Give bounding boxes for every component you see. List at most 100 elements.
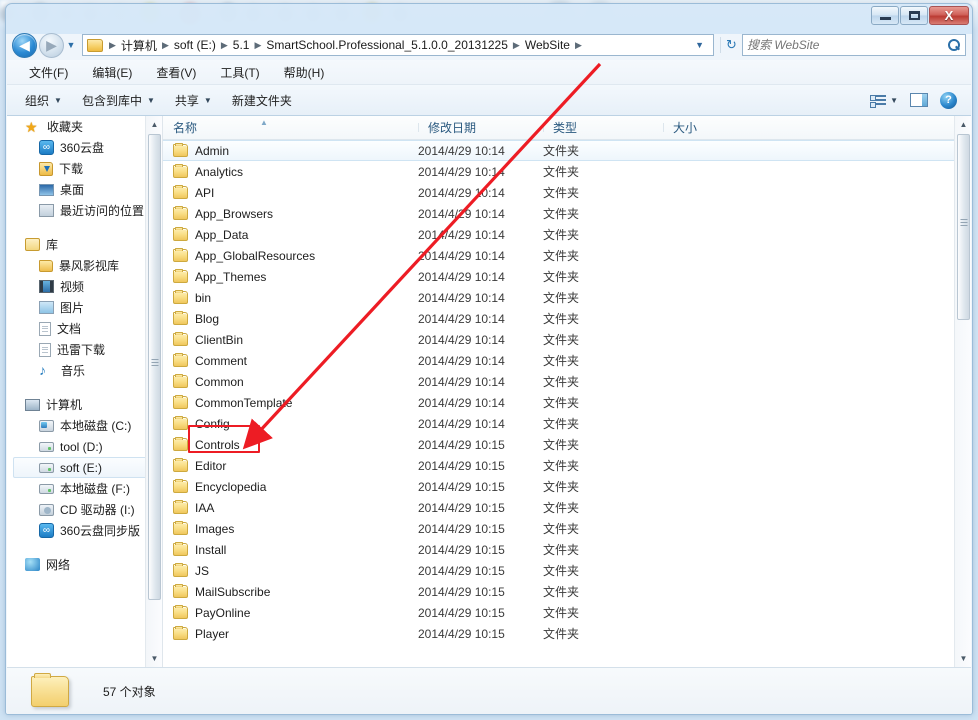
new-folder-button[interactable]: 新建文件夹 [222, 89, 302, 112]
nav-item-360云盘[interactable]: ∞360云盘 [7, 137, 162, 158]
share-button[interactable]: 共享 ▼ [165, 89, 222, 112]
menu-help[interactable]: 帮助(H) [280, 62, 329, 83]
nav-item-文档[interactable]: 文档 [7, 318, 162, 339]
file-name-cell: MailSubscribe [163, 585, 418, 599]
table-row[interactable]: Analytics2014/4/29 10:14文件夹 [163, 161, 954, 182]
folder-icon [173, 228, 188, 241]
nav-item-本地磁盘 (F:)[interactable]: 本地磁盘 (F:) [7, 478, 162, 499]
maximize-button[interactable] [900, 6, 928, 25]
help-button[interactable]: ? [934, 89, 963, 112]
breadcrumb[interactable]: ▶ 计算机 ▶ soft (E:) ▶ 5.1 ▶ SmartSchool.Pr… [82, 34, 714, 56]
file-list-scrollbar[interactable]: ▲ ▼ [954, 116, 971, 667]
nav-group-star-icon[interactable]: ★收藏夹 [7, 116, 162, 137]
table-row[interactable]: App_Data2014/4/29 10:14文件夹 [163, 224, 954, 245]
table-row[interactable]: App_GlobalResources2014/4/29 10:14文件夹 [163, 245, 954, 266]
menu-file[interactable]: 文件(F) [25, 62, 72, 83]
breadcrumb-separator: ▶ [572, 40, 585, 51]
back-button[interactable]: ◀ [12, 33, 37, 58]
nav-item-label: 迅雷下载 [57, 341, 105, 358]
history-dropdown-button[interactable]: ▼ [64, 40, 78, 50]
file-name-cell: Encyclopedia [163, 480, 418, 494]
nav-item-下载[interactable]: 下载 [7, 158, 162, 179]
table-row[interactable]: Common2014/4/29 10:14文件夹 [163, 371, 954, 392]
table-row[interactable]: Editor2014/4/29 10:15文件夹 [163, 455, 954, 476]
breadcrumb-separator: ▶ [510, 40, 523, 51]
table-row[interactable]: Player2014/4/29 10:15文件夹 [163, 623, 954, 644]
table-row[interactable]: App_Browsers2014/4/29 10:14文件夹 [163, 203, 954, 224]
scrollbar-grip-icon [151, 359, 158, 368]
forward-button[interactable]: ▶ [39, 33, 64, 58]
close-button[interactable]: X [929, 6, 969, 25]
column-header-type[interactable]: 类型 [543, 119, 663, 136]
scroll-up-icon[interactable]: ▲ [146, 116, 163, 133]
preview-pane-button[interactable] [904, 90, 934, 110]
menu-view[interactable]: 查看(V) [152, 62, 200, 83]
nav-item-桌面[interactable]: 桌面 [7, 179, 162, 200]
command-toolbar: 组织 ▼ 包含到库中 ▼ 共享 ▼ 新建文件夹 ▼ [7, 85, 971, 116]
navigation-scrollbar[interactable]: ▲ ▼ [145, 116, 162, 667]
nav-item-视频[interactable]: 视频 [7, 276, 162, 297]
table-row[interactable]: ClientBin2014/4/29 10:14文件夹 [163, 329, 954, 350]
nav-item-label: 图片 [60, 299, 84, 316]
nav-item-360云盘同步版[interactable]: ∞360云盘同步版 [7, 520, 162, 541]
change-view-button[interactable]: ▼ [864, 91, 904, 110]
organize-button[interactable]: 组织 ▼ [15, 89, 72, 112]
nav-group-network-icon[interactable]: 网络 [7, 554, 162, 575]
nav-item-soft (E:)[interactable]: soft (E:) [13, 457, 158, 478]
nav-group-library-icon[interactable]: 库 [7, 234, 162, 255]
nav-item-CD 驱动器 (I:)[interactable]: CD 驱动器 (I:) [7, 499, 162, 520]
menu-edit[interactable]: 编辑(E) [88, 62, 136, 83]
nav-item-本地磁盘 (C:)[interactable]: 本地磁盘 (C:) [7, 415, 162, 436]
minimize-button[interactable] [871, 6, 899, 25]
breadcrumb-item-website[interactable]: WebSite [523, 38, 572, 52]
nav-item-暴风影视库[interactable]: 暴风影视库 [7, 255, 162, 276]
table-row[interactable]: JS2014/4/29 10:15文件夹 [163, 560, 954, 581]
nav-item-音乐[interactable]: ♪音乐 [7, 360, 162, 381]
breadcrumb-item-computer[interactable]: 计算机 [119, 37, 159, 54]
table-row[interactable]: CommonTemplate2014/4/29 10:14文件夹 [163, 392, 954, 413]
file-name-label: bin [195, 291, 211, 305]
nav-item-图片[interactable]: 图片 [7, 297, 162, 318]
scroll-down-icon[interactable]: ▼ [955, 650, 971, 667]
search-input[interactable] [747, 38, 948, 52]
table-row[interactable]: Install2014/4/29 10:15文件夹 [163, 539, 954, 560]
file-type-cell: 文件夹 [543, 268, 663, 285]
file-type-cell: 文件夹 [543, 310, 663, 327]
table-row[interactable]: IAA2014/4/29 10:15文件夹 [163, 497, 954, 518]
column-header-name[interactable]: 名称 ▲ [163, 119, 418, 136]
table-row[interactable]: Config2014/4/29 10:14文件夹 [163, 413, 954, 434]
scrollbar-thumb[interactable] [957, 134, 970, 320]
table-row[interactable]: Blog2014/4/29 10:14文件夹 [163, 308, 954, 329]
breadcrumb-item-drive[interactable]: soft (E:) [172, 38, 218, 52]
include-in-library-button[interactable]: 包含到库中 ▼ [72, 89, 165, 112]
nav-item-迅雷下载[interactable]: 迅雷下载 [7, 339, 162, 360]
search-box[interactable] [742, 34, 966, 56]
item-count-label: 57 个对象 [103, 683, 156, 700]
cloud-disk-icon: ∞ [39, 140, 54, 155]
table-row[interactable]: API2014/4/29 10:14文件夹 [163, 182, 954, 203]
column-header-date[interactable]: 修改日期 [418, 119, 543, 136]
breadcrumb-item-version[interactable]: 5.1 [231, 38, 252, 52]
table-row[interactable]: Images2014/4/29 10:15文件夹 [163, 518, 954, 539]
scroll-up-icon[interactable]: ▲ [955, 116, 971, 133]
table-row[interactable]: bin2014/4/29 10:14文件夹 [163, 287, 954, 308]
nav-group-computer-icon[interactable]: 计算机 [7, 394, 162, 415]
table-row[interactable]: Encyclopedia2014/4/29 10:15文件夹 [163, 476, 954, 497]
menu-tools[interactable]: 工具(T) [216, 62, 263, 83]
nav-item-最近访问的位置[interactable]: 最近访问的位置 [7, 200, 162, 221]
file-name-cell: Blog [163, 312, 418, 326]
scroll-down-icon[interactable]: ▼ [146, 650, 163, 667]
breadcrumb-item-product[interactable]: SmartSchool.Professional_5.1.0.0_2013122… [264, 38, 510, 52]
refresh-button[interactable]: ↻ [720, 37, 742, 53]
file-name-label: MailSubscribe [195, 585, 270, 599]
table-row[interactable]: Controls2014/4/29 10:15文件夹 [163, 434, 954, 455]
breadcrumb-dropdown-icon[interactable]: ▼ [688, 40, 711, 50]
table-row[interactable]: App_Themes2014/4/29 10:14文件夹 [163, 266, 954, 287]
table-row[interactable]: Comment2014/4/29 10:14文件夹 [163, 350, 954, 371]
nav-item-tool (D:)[interactable]: tool (D:) [7, 436, 162, 457]
scrollbar-thumb[interactable] [148, 134, 161, 600]
table-row[interactable]: Admin2014/4/29 10:14文件夹 [163, 140, 954, 161]
table-row[interactable]: PayOnline2014/4/29 10:15文件夹 [163, 602, 954, 623]
table-row[interactable]: MailSubscribe2014/4/29 10:15文件夹 [163, 581, 954, 602]
column-header-size[interactable]: 大小 [663, 119, 783, 136]
